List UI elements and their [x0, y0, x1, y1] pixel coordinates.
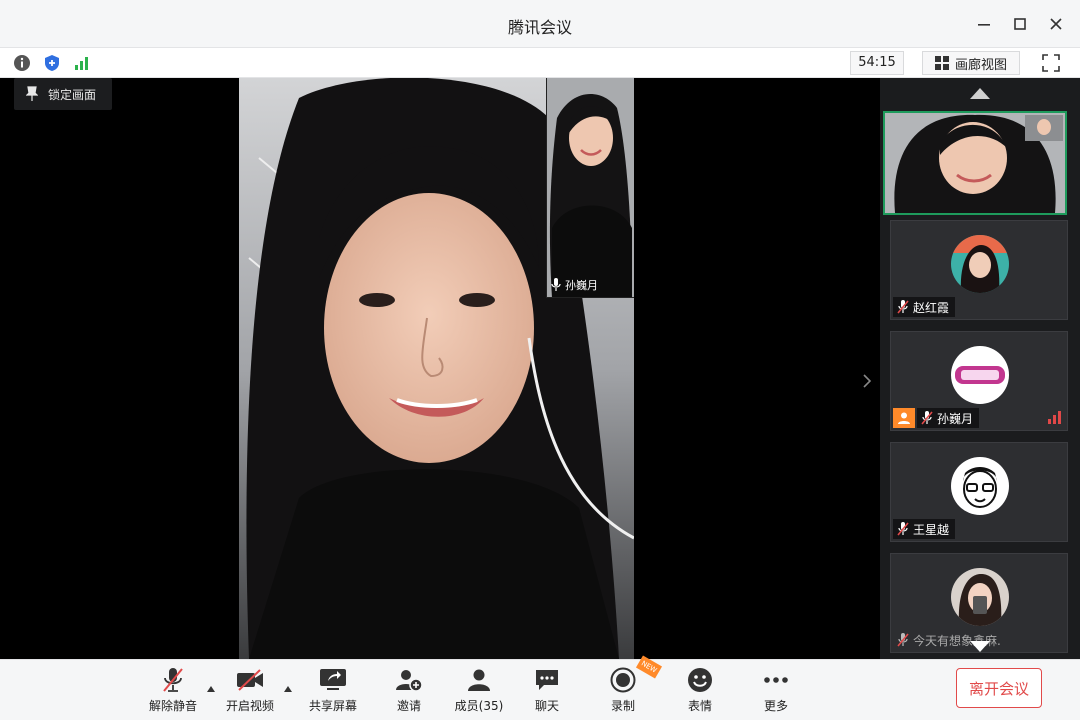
- info-icon: [14, 55, 30, 71]
- start-video-label: 开启视频: [225, 699, 274, 713]
- user-icon: [898, 412, 910, 424]
- scroll-down-button[interactable]: [880, 640, 1080, 658]
- members-button[interactable]: 成员(35): [446, 666, 512, 718]
- start-video-button[interactable]: 开启视频: [217, 666, 283, 718]
- participant-tile[interactable]: 王星越: [890, 442, 1068, 542]
- avatar: [951, 235, 1009, 293]
- more-button[interactable]: 更多: [743, 666, 809, 718]
- microphone-icon: [551, 278, 561, 291]
- avatar-image: [951, 235, 1009, 293]
- pip-name: 孙巍月: [565, 279, 598, 292]
- video-options-caret[interactable]: [283, 678, 293, 692]
- microphone-muted-icon: [897, 522, 909, 536]
- chat-icon: [536, 670, 558, 690]
- video-stage: 孙巍月 锁定画面: [0, 78, 880, 659]
- gallery-view-label: 画廊视图: [954, 57, 1007, 73]
- host-badge: [893, 408, 915, 428]
- minimize-button[interactable]: [970, 10, 998, 38]
- shield-icon: [45, 55, 59, 71]
- participant-name-tag: 王星越: [893, 519, 956, 539]
- signal-strength-icon: [1048, 411, 1061, 424]
- chat-button[interactable]: 聊天: [514, 666, 580, 718]
- record-icon: [610, 667, 636, 693]
- maximize-icon: [1014, 18, 1026, 30]
- microphone-muted-icon: [921, 411, 933, 425]
- participant-name: 赵红霞: [913, 300, 950, 315]
- avatar: [951, 568, 1009, 626]
- gallery-view-button[interactable]: 画廊视图: [922, 51, 1020, 75]
- security-button[interactable]: [42, 53, 62, 73]
- avatar-image: [951, 568, 1009, 626]
- pin-icon: [26, 86, 38, 101]
- info-bar: 54:15 画廊视图: [0, 48, 1080, 78]
- triangle-up-icon: [970, 88, 990, 99]
- grid-icon: [934, 56, 949, 70]
- emoji-label: 表情: [687, 699, 712, 713]
- self-view-pip[interactable]: 孙巍月: [546, 78, 634, 298]
- add-user-icon: [396, 670, 423, 692]
- record-label: 录制: [610, 699, 635, 713]
- active-speaker-feed: [885, 113, 1065, 213]
- avatar: [951, 346, 1009, 404]
- pip-name-label: 孙巍月: [551, 277, 598, 293]
- camera-off-icon: [237, 669, 263, 691]
- members-label: 成员(35): [454, 699, 504, 713]
- maximize-button[interactable]: [1006, 10, 1034, 38]
- collapse-panel-button[interactable]: [862, 374, 878, 390]
- participant-panel: 赵红霞 孙巍月 王星越 今天有想象鑫麻.: [880, 78, 1080, 659]
- share-screen-button[interactable]: 共享屏幕: [300, 666, 366, 718]
- participant-tile[interactable]: 今天有想象鑫麻.: [890, 553, 1068, 653]
- participant-tile[interactable]: 赵红霞: [890, 220, 1068, 320]
- share-screen-label: 共享屏幕: [308, 699, 357, 713]
- chat-label: 聊天: [534, 699, 559, 713]
- participant-name-tag: 孙巍月: [917, 408, 980, 428]
- meeting-timer: 54:15: [850, 51, 904, 75]
- smiley-icon: [688, 668, 712, 692]
- close-button[interactable]: [1042, 10, 1070, 38]
- chevron-right-icon: [863, 374, 872, 388]
- participant-name-tag: 赵红霞: [893, 297, 956, 317]
- unmute-label: 解除静音: [148, 699, 197, 713]
- avatar-image: [951, 346, 1009, 404]
- fullscreen-icon: [1042, 54, 1060, 72]
- participant-tile[interactable]: 孙巍月: [890, 331, 1068, 431]
- meeting-window: 腾讯会议 54:15 画廊视图 孙巍月 锁定画面 赵红霞 孙巍月 王星越 今天有…: [0, 0, 1080, 720]
- participant-name: 孙巍月: [937, 411, 974, 426]
- lock-view-label: 锁定画面: [48, 87, 97, 102]
- invite-button[interactable]: 邀请: [376, 666, 442, 718]
- fullscreen-button[interactable]: [1040, 52, 1062, 74]
- signal-icon: [75, 57, 88, 70]
- active-speaker-tile[interactable]: [883, 111, 1067, 215]
- leave-meeting-button[interactable]: 离开会议: [956, 668, 1042, 708]
- audio-options-caret[interactable]: [206, 678, 216, 692]
- self-video-feed: [547, 78, 634, 297]
- window-title: 腾讯会议: [507, 18, 572, 37]
- caret-up-icon: [284, 686, 292, 692]
- caret-up-icon: [207, 686, 215, 692]
- more-dots-icon: [764, 677, 788, 683]
- network-status-button[interactable]: [72, 53, 92, 73]
- participant-name: 王星越: [913, 522, 950, 537]
- microphone-muted-icon: [897, 300, 909, 314]
- invite-label: 邀请: [396, 699, 421, 713]
- close-icon: [1050, 18, 1062, 30]
- microphone-muted-icon: [163, 668, 183, 692]
- window-controls: [970, 10, 1070, 38]
- emoji-button[interactable]: 表情: [667, 666, 733, 718]
- lock-view-button[interactable]: 锁定画面: [14, 78, 112, 110]
- scroll-up-button[interactable]: [880, 86, 1080, 106]
- share-screen-icon: [320, 669, 346, 690]
- unmute-button[interactable]: 解除静音: [140, 666, 206, 718]
- meeting-toolbar: 解除静音 开启视频 共享屏幕 邀请 成员(35) 聊天 录制 NEW 表情 更多…: [0, 655, 1080, 720]
- more-label: 更多: [763, 699, 788, 713]
- info-bar-left: [12, 53, 92, 73]
- members-icon: [468, 669, 490, 691]
- avatar: [951, 457, 1009, 515]
- triangle-down-icon: [970, 641, 990, 652]
- meeting-info-button[interactable]: [12, 53, 32, 73]
- avatar-image: [951, 457, 1009, 515]
- title-bar: 腾讯会议: [0, 0, 1080, 48]
- minimize-icon: [978, 24, 990, 26]
